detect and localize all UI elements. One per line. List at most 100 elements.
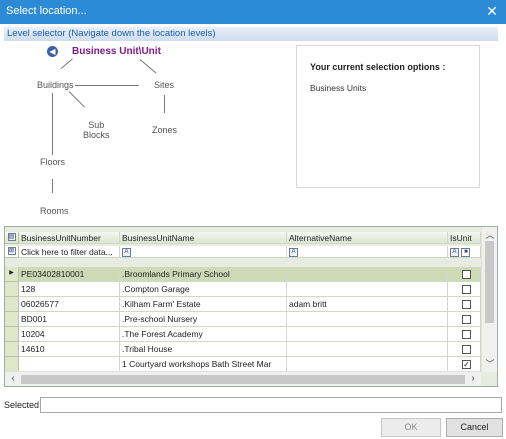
checkbox[interactable] — [462, 330, 471, 339]
cell-name[interactable]: 1 Courtyard workshops Bath Street Mar — [120, 357, 287, 372]
cell-number[interactable] — [19, 357, 120, 372]
row-selector[interactable] — [5, 342, 19, 357]
row-selector[interactable] — [5, 357, 19, 372]
cell-alt[interactable] — [287, 327, 448, 342]
table-row[interactable]: BD001 .Pre-school Nursery — [5, 312, 481, 327]
cell-isunit[interactable] — [448, 297, 481, 312]
level-node-floors[interactable]: Floors — [40, 157, 65, 167]
table-row[interactable]: ▶ PE03402810001 .Broomlands Primary School — [5, 267, 481, 282]
connector-line — [52, 93, 53, 155]
close-icon[interactable]: ✕ — [484, 2, 500, 20]
column-chooser-icon[interactable]: ▤ — [5, 232, 19, 244]
cell-alt[interactable] — [287, 282, 448, 297]
column-header-isunit[interactable]: IsUnit — [448, 232, 481, 244]
cell-name[interactable]: .Broomlands Primary School — [120, 267, 287, 282]
connector-line — [75, 85, 139, 86]
cell-isunit[interactable] — [448, 327, 481, 342]
vertical-scroll-thumb[interactable] — [485, 241, 494, 323]
table-row[interactable]: 10204 .The Forest Academy — [5, 327, 481, 342]
cell-number[interactable]: 10204 — [19, 327, 120, 342]
scroll-left-icon[interactable]: ‹ — [7, 373, 19, 385]
column-header-alternative[interactable]: AlternativeName — [287, 232, 448, 244]
filter-cell-number[interactable]: Click here to filter data... — [19, 246, 120, 258]
filter-operator-icon[interactable]: A — [122, 248, 131, 257]
filter-operator-icon[interactable]: A — [450, 248, 459, 257]
row-selector[interactable] — [5, 312, 19, 327]
selected-field[interactable] — [40, 397, 502, 413]
filter-row-icon: ⊠ — [5, 246, 19, 258]
table-row[interactable]: 1 Courtyard workshops Bath Street Mar ✓ — [5, 357, 481, 372]
column-header-name[interactable]: BusinessUnitName — [120, 232, 287, 244]
checked-checkbox[interactable]: ✓ — [462, 360, 471, 369]
cell-number[interactable]: 128 — [19, 282, 120, 297]
connector-line — [60, 58, 73, 69]
connector-line — [52, 179, 53, 193]
cell-number[interactable]: 06026577 — [19, 297, 120, 312]
table-row[interactable]: 14610 .Tribal House — [5, 342, 481, 357]
level-selector-header: Level selector (Navigate down the locati… — [4, 27, 498, 41]
row-selector[interactable]: ▶ — [5, 267, 19, 282]
cell-isunit[interactable] — [448, 312, 481, 327]
level-diagram: ◀ Business Unit\Unit Buildings Sites Sub… — [4, 41, 498, 225]
checkbox[interactable] — [462, 270, 471, 279]
option-item-business-units[interactable]: Business Units — [310, 83, 366, 93]
checkbox[interactable] — [462, 315, 471, 324]
checkbox[interactable] — [462, 285, 471, 294]
filter-cell-name[interactable]: A — [120, 246, 287, 258]
table-row[interactable]: 128 .Compton Garage — [5, 282, 481, 297]
filter-cell-alternative[interactable]: A — [287, 246, 448, 258]
scroll-right-icon[interactable]: › — [467, 373, 479, 385]
level-node-buildings[interactable]: Buildings — [37, 80, 74, 90]
scroll-down-icon[interactable]: ﹀ — [482, 358, 497, 370]
level-node-business-unit[interactable]: Business Unit\Unit — [72, 46, 161, 57]
column-header-number[interactable]: BusinessUnitNumber — [19, 232, 120, 244]
grid-header-row: ▤ BusinessUnitNumber BusinessUnitName Al… — [5, 232, 481, 244]
filter-cell-isunit[interactable]: A ■ — [448, 246, 481, 258]
window-title: Select location... — [6, 5, 87, 17]
ok-button[interactable]: OK — [381, 418, 441, 437]
title-bar: Select location... ✕ — [0, 0, 506, 24]
cell-name[interactable]: .Compton Garage — [120, 282, 287, 297]
row-selector[interactable] — [5, 282, 19, 297]
cell-name[interactable]: .Kilham Farm' Estate — [120, 297, 287, 312]
cell-alt[interactable]: adam britt — [287, 297, 448, 312]
cell-alt[interactable] — [287, 312, 448, 327]
cancel-button[interactable]: Cancel — [446, 418, 503, 437]
cell-name[interactable]: .The Forest Academy — [120, 327, 287, 342]
level-node-rooms[interactable]: Rooms — [40, 206, 69, 216]
vertical-scrollbar[interactable]: ︿ ﹀ — [481, 227, 497, 372]
checkbox[interactable] — [462, 300, 471, 309]
selection-options-panel: Your current selection options : Busines… — [296, 45, 480, 188]
cell-number[interactable]: 14610 — [19, 342, 120, 357]
grid-filter-row: ⊠ Click here to filter data... A A A ■ — [5, 246, 481, 258]
connector-line — [139, 59, 157, 74]
selected-label: Selected — [4, 400, 40, 410]
options-title: Your current selection options : — [310, 62, 446, 72]
back-level-icon[interactable]: ◀ — [47, 46, 58, 57]
level-node-sub-blocks[interactable]: Sub Blocks — [83, 120, 110, 140]
cell-alt[interactable] — [287, 357, 448, 372]
table-row[interactable]: 06026577 .Kilham Farm' Estate adam britt — [5, 297, 481, 312]
row-selector[interactable] — [5, 297, 19, 312]
cell-number[interactable]: PE03402810001 — [19, 267, 120, 282]
cell-number[interactable]: BD001 — [19, 312, 120, 327]
connector-line — [164, 95, 165, 113]
checkbox[interactable] — [462, 345, 471, 354]
level-node-sites[interactable]: Sites — [154, 80, 174, 90]
horizontal-scroll-thumb[interactable] — [21, 375, 465, 384]
filter-checkbox-icon[interactable]: ■ — [461, 248, 471, 257]
connector-line — [68, 91, 85, 108]
cell-alt[interactable] — [287, 342, 448, 357]
cell-name[interactable]: .Tribal House — [120, 342, 287, 357]
cell-isunit[interactable] — [448, 342, 481, 357]
cell-alt[interactable] — [287, 267, 448, 282]
filter-operator-icon[interactable]: A — [289, 248, 298, 257]
scroll-up-icon[interactable]: ︿ — [482, 229, 497, 241]
cell-isunit[interactable] — [448, 267, 481, 282]
cell-isunit[interactable] — [448, 282, 481, 297]
cell-isunit[interactable]: ✓ — [448, 357, 481, 372]
level-node-zones[interactable]: Zones — [152, 125, 177, 135]
row-selector[interactable] — [5, 327, 19, 342]
cell-name[interactable]: .Pre-school Nursery — [120, 312, 287, 327]
horizontal-scrollbar[interactable]: ‹ › — [5, 371, 481, 386]
